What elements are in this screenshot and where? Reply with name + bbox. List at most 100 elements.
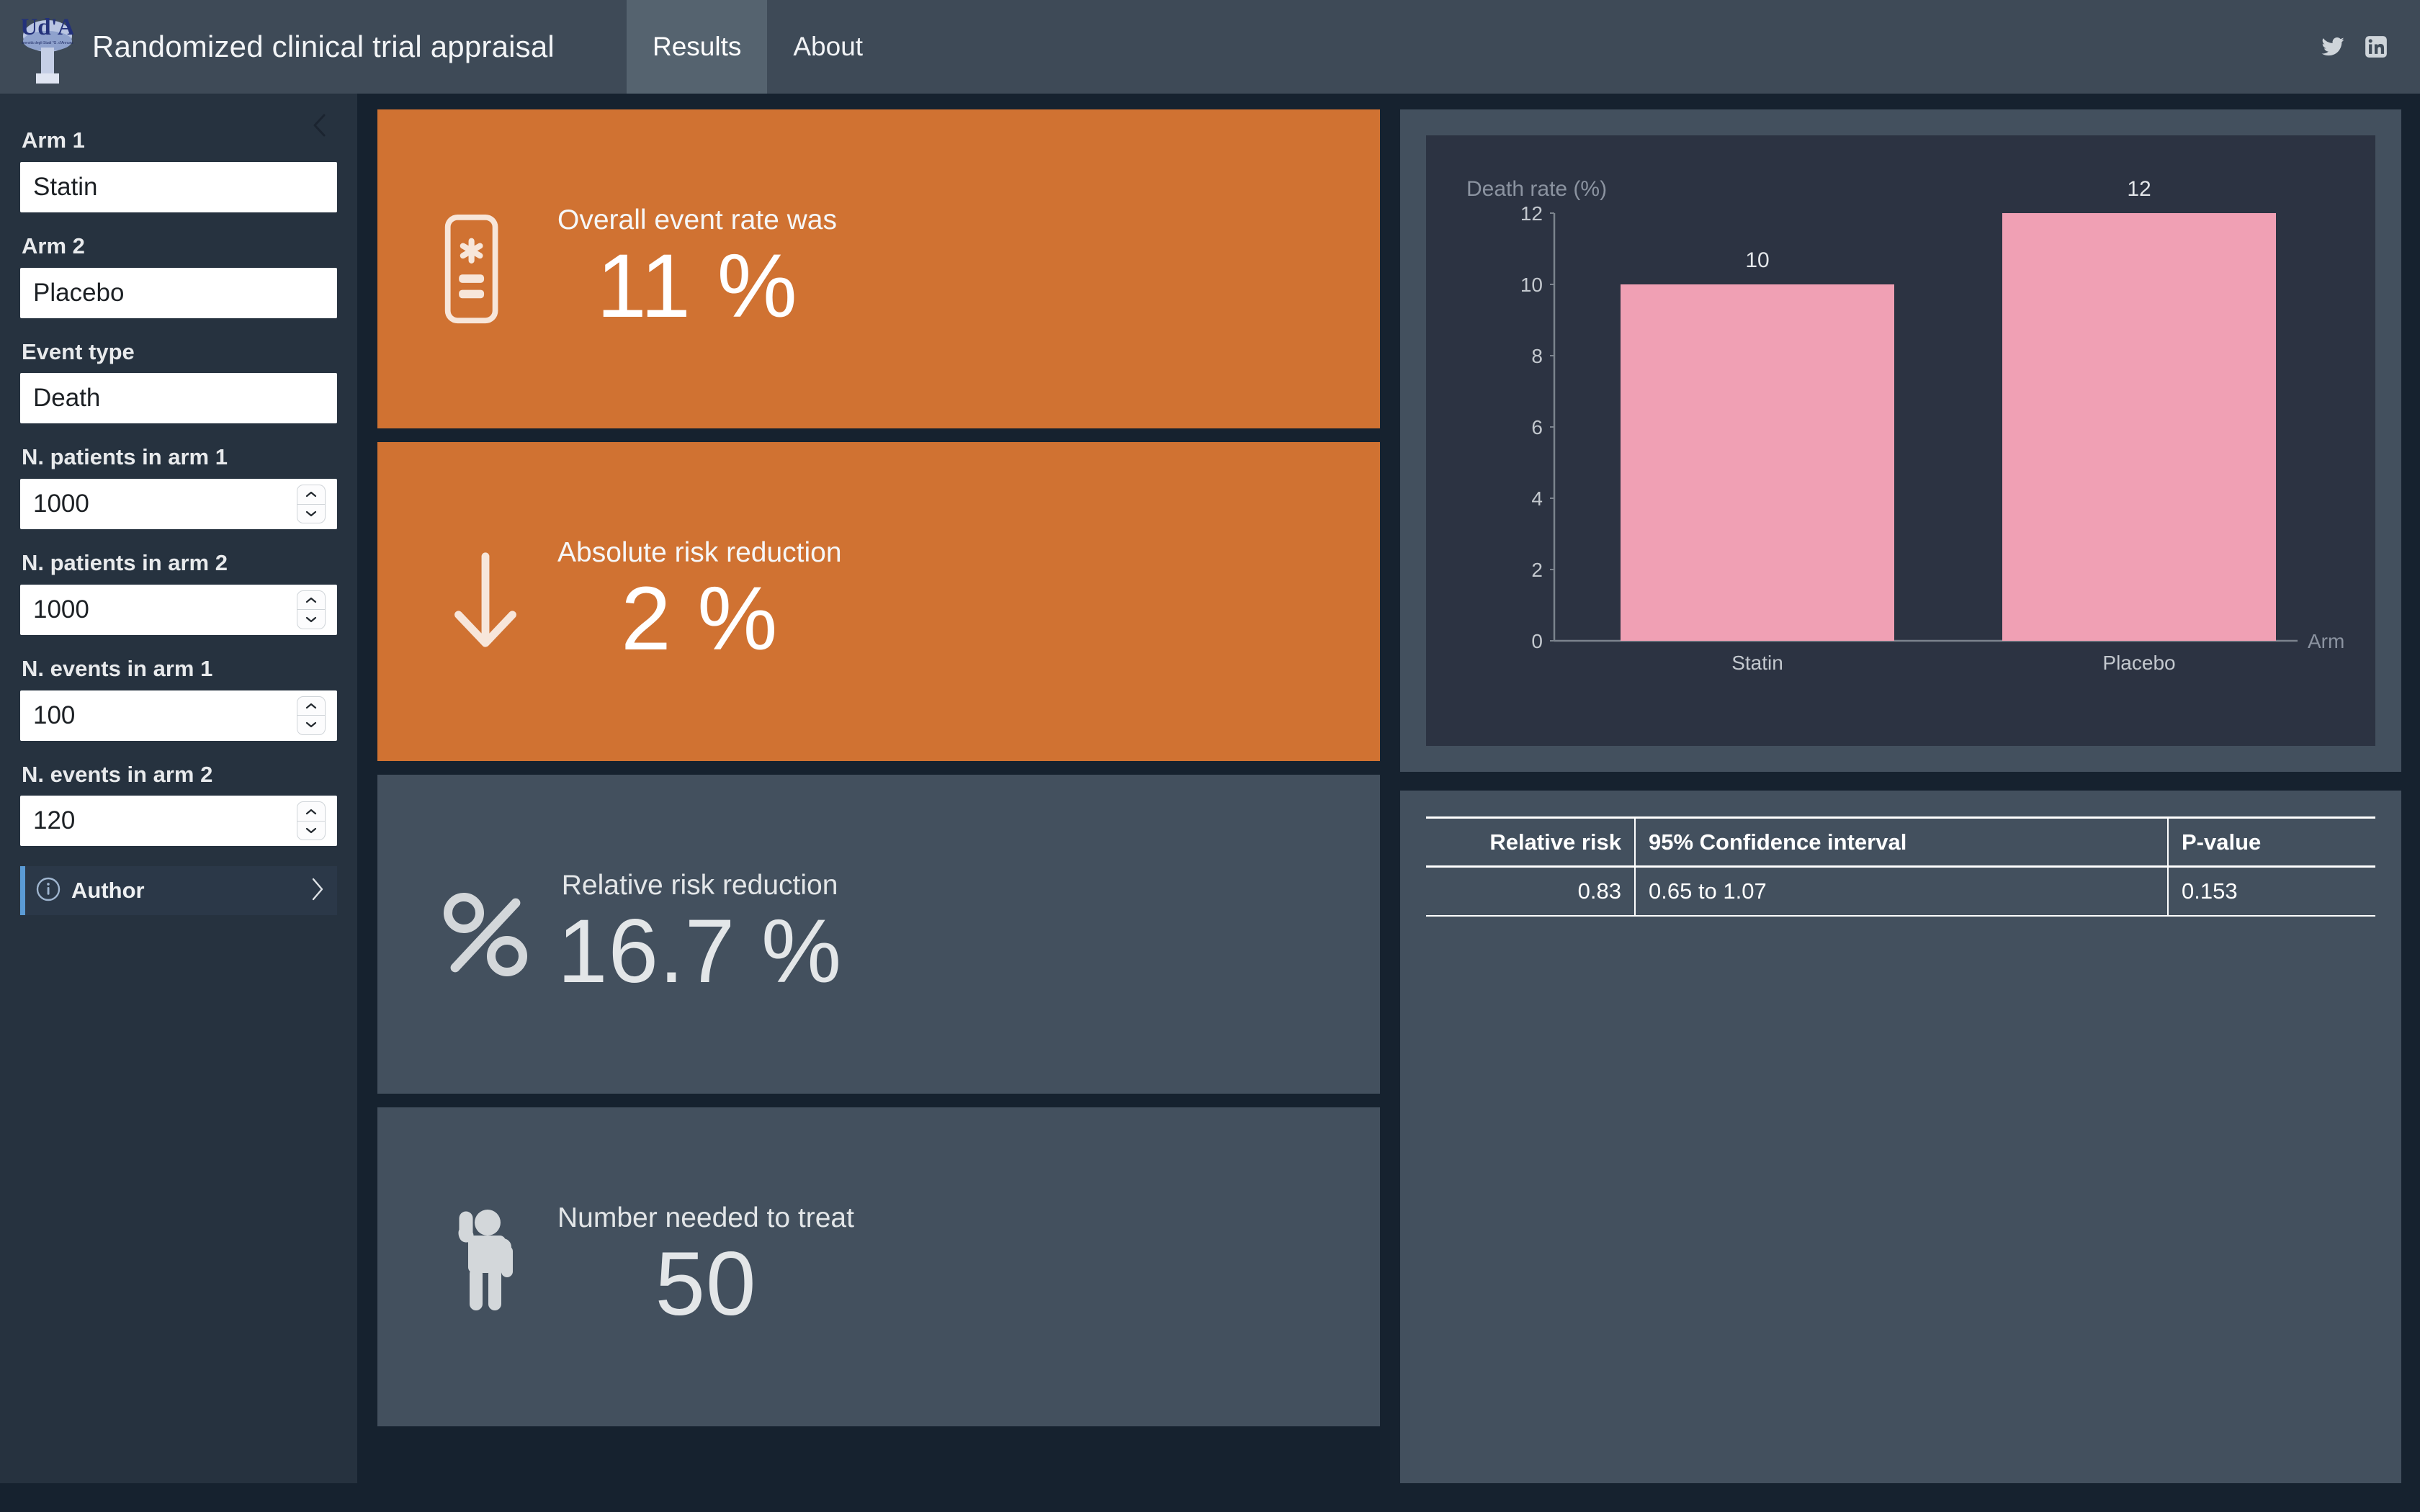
value-box-body: Number needed to treat 50 (557, 1202, 854, 1331)
spinner-down-icon[interactable] (297, 715, 325, 734)
field-n-patients-arm-1: N. patients in arm 1 1000 (20, 444, 337, 529)
y-tick-2: 2 (1531, 559, 1543, 581)
chevron-right-icon[interactable] (310, 877, 326, 905)
field-n-events-arm-2: N. events in arm 2 120 (20, 761, 337, 847)
bar-placebo (2002, 213, 2276, 641)
arrow-down-icon (413, 548, 557, 656)
label-n-events-arm-1: N. events in arm 1 (22, 655, 213, 681)
field-event-type: Event type Death (20, 338, 337, 424)
input-n-events-arm-2-value: 120 (33, 806, 76, 835)
right-column: Death rate (%) 0 2 4 6 8 10 12 10 12 Sta… (1400, 109, 2401, 1483)
value-box-absolute-risk-reduction: Absolute risk reduction 2 % (377, 442, 1380, 761)
value-box-title: Number needed to treat (557, 1202, 854, 1233)
results-table-head: Relative risk 95% Confidence interval P-… (1426, 816, 2375, 868)
cell-relative-risk: 0.83 (1426, 866, 1635, 917)
spinner-up-icon[interactable] (297, 591, 325, 610)
input-event-type-value: Death (33, 384, 101, 413)
input-n-events-arm-2[interactable]: 120 (20, 796, 337, 847)
value-box-title: Overall event rate was (557, 204, 838, 235)
input-n-patients-arm-2[interactable]: 1000 (20, 584, 337, 635)
main-content: Overall event rate was 11 % Absolute ris… (357, 94, 2420, 1512)
cell-p-value: 0.153 (2167, 866, 2375, 917)
uda-logo-icon: Ud'A Università degli Studi "G. d'Annunz… (22, 14, 73, 84)
results-table-card: Relative risk 95% Confidence interval P-… (1400, 791, 2401, 1483)
input-n-patients-arm-1[interactable]: 1000 (20, 479, 337, 529)
header-confidence-interval: 95% Confidence interval (1634, 816, 2168, 868)
social-links (2321, 0, 2388, 94)
info-circle-icon (35, 876, 61, 906)
spinner-n-events-arm-1[interactable] (297, 696, 326, 735)
brand: Ud'A Università degli Studi "G. d'Annunz… (0, 0, 555, 94)
value-box-body: Relative risk reduction 16.7 % (557, 870, 842, 999)
nav-tabs: Results About (626, 0, 889, 94)
bar-statin (1621, 284, 1894, 641)
label-event-type: Event type (22, 338, 135, 364)
label-arm-2: Arm 2 (22, 233, 85, 258)
header-relative-risk: Relative risk (1426, 816, 1635, 868)
input-arm-1[interactable]: Statin (20, 161, 337, 212)
y-tick-8: 8 (1531, 345, 1543, 367)
twitter-icon[interactable] (2321, 35, 2345, 59)
input-n-patients-arm-1-value: 1000 (33, 490, 89, 518)
spinner-n-events-arm-2[interactable] (297, 801, 326, 841)
chart-svg: 0 2 4 6 8 10 12 10 12 Statin Placebo Arm (1520, 177, 2344, 674)
spinner-up-icon[interactable] (297, 485, 325, 504)
label-n-events-arm-2: N. events in arm 2 (22, 761, 213, 787)
death-rate-chart-card: Death rate (%) 0 2 4 6 8 10 12 10 12 Sta… (1400, 109, 2401, 772)
tab-about[interactable]: About (767, 0, 889, 94)
sidebar-item-author-label: Author (71, 878, 145, 904)
y-tick-10: 10 (1520, 274, 1543, 296)
id-card-asterisk-icon (413, 213, 557, 325)
input-arm-2-value: Placebo (33, 278, 125, 307)
tab-results[interactable]: Results (626, 0, 768, 94)
y-tick-0: 0 (1531, 630, 1543, 652)
bar-label-placebo: 12 (2127, 177, 2151, 201)
y-tick-6: 6 (1531, 416, 1543, 438)
chevron-left-icon (313, 114, 326, 137)
value-box-relative-risk-reduction: Relative risk reduction 16.7 % (377, 775, 1380, 1094)
y-tick-12: 12 (1520, 202, 1543, 225)
spinner-n-patients-arm-1[interactable] (297, 485, 326, 523)
death-rate-chart: Death rate (%) 0 2 4 6 8 10 12 10 12 Sta… (1426, 135, 2375, 746)
input-n-patients-arm-2-value: 1000 (33, 595, 89, 624)
table-header-row: Relative risk 95% Confidence interval P-… (1426, 816, 2375, 868)
value-box-overall-event-rate: Overall event rate was 11 % (377, 109, 1380, 428)
value-box-value: 16.7 % (557, 901, 843, 1002)
spinner-down-icon[interactable] (297, 503, 325, 523)
person-waving-icon (413, 1207, 557, 1328)
spinner-up-icon[interactable] (297, 697, 325, 716)
x-tick-placebo: Placebo (2102, 652, 2175, 674)
results-table: Relative risk 95% Confidence interval P-… (1426, 816, 2375, 917)
value-box-body: Absolute risk reduction 2 % (557, 537, 842, 666)
percent-icon (413, 887, 557, 982)
app-header: Ud'A Università degli Studi "G. d'Annunz… (0, 0, 2420, 94)
logo-subtext: Università degli Studi "G. d'Annunzio" (22, 41, 73, 45)
spinner-n-patients-arm-2[interactable] (297, 590, 326, 629)
sidebar-item-author[interactable]: Author (20, 866, 337, 916)
x-tick-statin: Statin (1731, 652, 1783, 674)
value-box-title: Absolute risk reduction (557, 536, 842, 568)
header-p-value: P-value (2167, 816, 2375, 868)
y-tick-4: 4 (1531, 487, 1543, 510)
value-box-number-needed-to-treat: Number needed to treat 50 (377, 1107, 1380, 1426)
spinner-down-icon[interactable] (297, 609, 325, 629)
label-n-patients-arm-2: N. patients in arm 2 (22, 550, 228, 575)
sidebar-collapse-button[interactable] (304, 109, 336, 141)
input-arm-2[interactable]: Placebo (20, 267, 337, 318)
linkedin-icon[interactable] (2364, 35, 2388, 59)
sidebar: Arm 1 Statin Arm 2 Placebo Event type De… (0, 94, 357, 1483)
spinner-down-icon[interactable] (297, 820, 325, 840)
label-arm-1: Arm 1 (22, 127, 85, 153)
chart-x-axis-title: Arm (2308, 630, 2344, 652)
input-n-events-arm-1[interactable]: 100 (20, 690, 337, 741)
page-title: Randomized clinical trial appraisal (92, 30, 555, 63)
spinner-up-icon[interactable] (297, 802, 325, 821)
input-event-type[interactable]: Death (20, 373, 337, 424)
label-n-patients-arm-1: N. patients in arm 1 (22, 444, 228, 470)
field-arm-1: Arm 1 Statin (20, 127, 337, 212)
uda-logo: Ud'A Università degli Studi "G. d'Annunz… (22, 7, 73, 86)
value-box-value: 11 % (596, 235, 798, 336)
field-arm-2: Arm 2 Placebo (20, 233, 337, 318)
field-n-patients-arm-2: N. patients in arm 2 1000 (20, 549, 337, 635)
input-arm-1-value: Statin (33, 172, 98, 201)
